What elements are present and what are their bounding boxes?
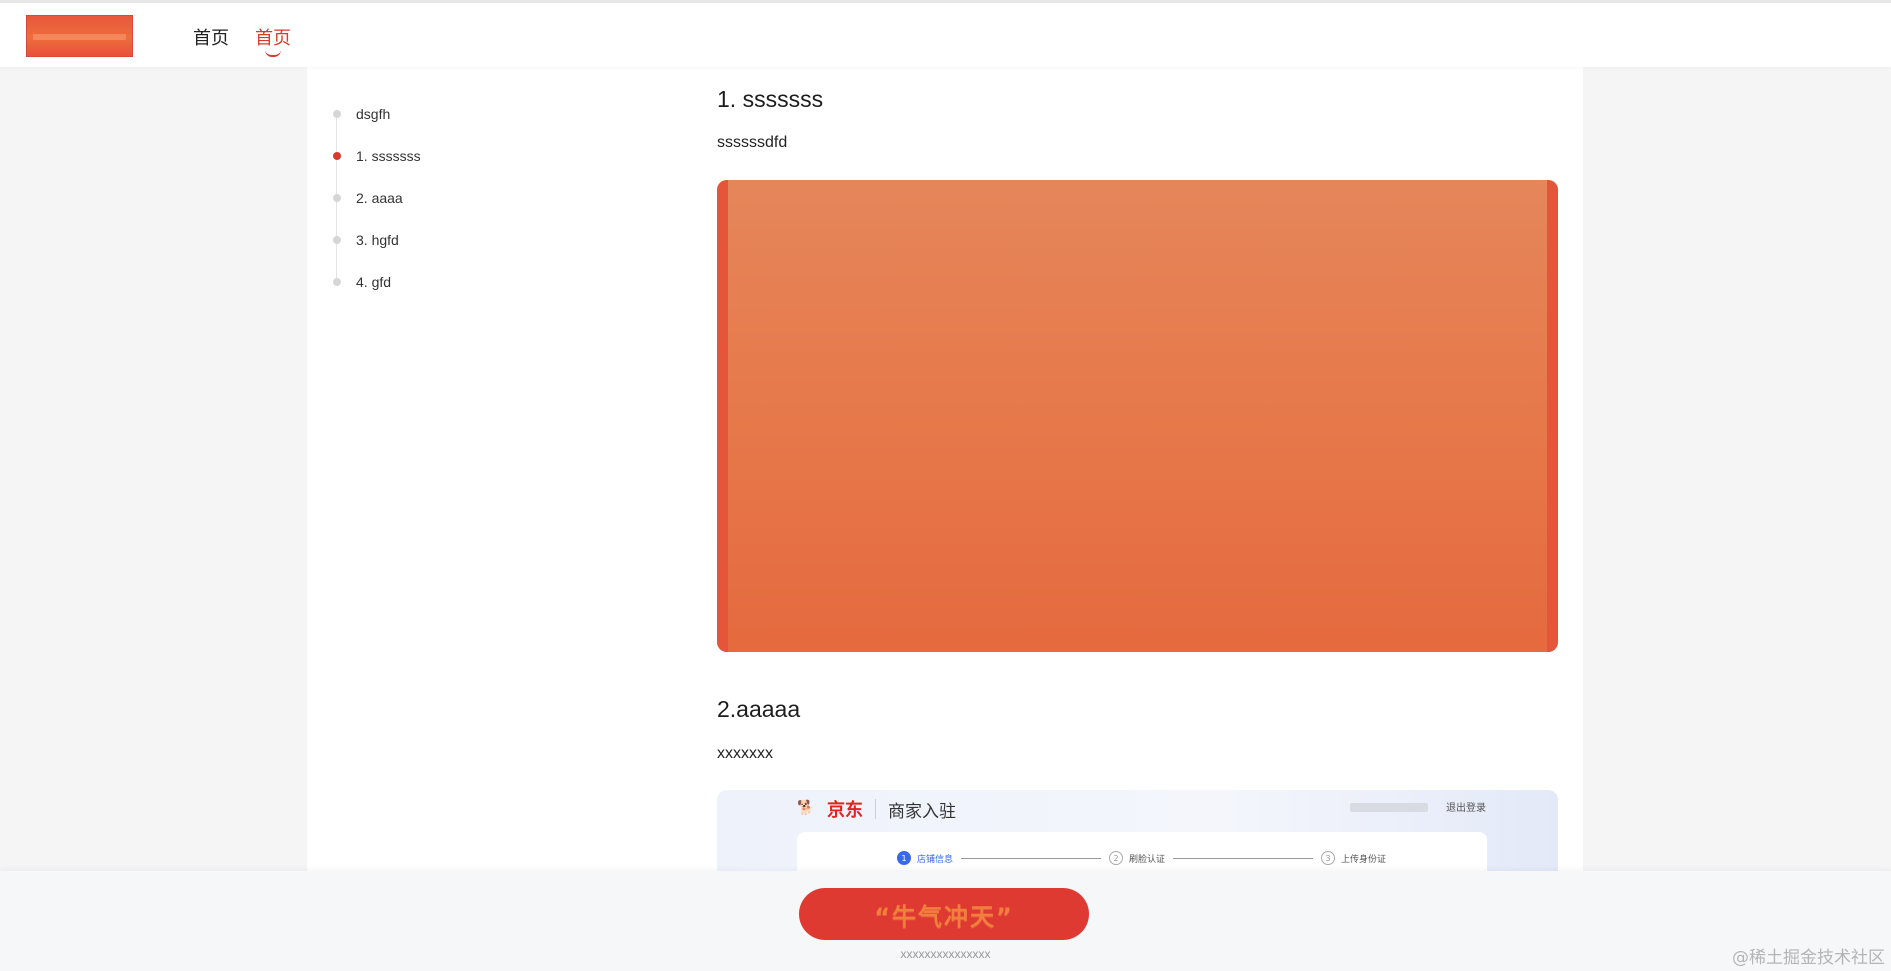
bottom-action-bar: “牛气冲天” xxxxxxxxxxxxxxx @稀土掘金技术社区: [0, 871, 1891, 971]
jd-logo: 🐕 京东 商家入驻: [797, 796, 956, 822]
step-connector: [961, 857, 1102, 859]
nav-item-home-active[interactable]: 首页: [255, 24, 291, 57]
step-label: 店铺信息: [917, 854, 954, 865]
section-heading: 2.aaaaa: [717, 696, 801, 722]
step-connector: [1173, 857, 1314, 859]
table-of-contents: dsgfh 1. sssssss 2. aaaa 3. hgfd 4. gfd: [332, 105, 532, 315]
toc-item[interactable]: dsgfh: [332, 105, 532, 147]
toc-item-label: 3. hgfd: [356, 232, 399, 248]
toc-item[interactable]: 3. hgfd: [332, 231, 532, 273]
section-text: ssssssdfd: [717, 134, 788, 151]
section-heading: 1. sssssss: [717, 86, 824, 112]
step-number: 1: [897, 851, 911, 865]
step-number: 2: [1109, 851, 1124, 865]
toc-item-label: 4. gfd: [356, 274, 392, 290]
jd-steps-card: 1 店铺信息 2 刷脸认证 3 上传身份证: [797, 832, 1487, 871]
footer-note: xxxxxxxxxxxxxxx: [900, 947, 991, 961]
main-nav: 首页 首页: [193, 24, 291, 57]
toc-item[interactable]: 2. aaaa: [332, 189, 532, 231]
toc-item-label: dsgfh: [356, 106, 391, 122]
orange-banner-image: [717, 180, 1558, 652]
jd-step: 2 刷脸认证: [1109, 851, 1165, 865]
jd-steps: 1 店铺信息 2 刷脸认证 3 上传身份证: [897, 851, 1386, 865]
toc-dot-icon: [333, 110, 341, 118]
jd-merchant-screenshot: 🐕 京东 商家入驻 退出登录 1 店铺信息 2 刷脸认证 3 上传身份证: [717, 790, 1558, 871]
jd-logout-link: 退出登录: [1446, 803, 1486, 814]
active-indicator-icon: [265, 50, 281, 57]
blurred-username: [1350, 803, 1428, 812]
watermark: @稀土掘金技术社区: [1732, 948, 1885, 968]
top-navbar: 首页 首页: [0, 0, 1891, 67]
step-number: 3: [1321, 851, 1336, 865]
step-label: 刷脸认证: [1129, 854, 1166, 865]
jd-brand: 京东: [827, 800, 863, 821]
toc-item-active[interactable]: 1. sssssss: [332, 147, 532, 189]
cta-button[interactable]: “牛气冲天”: [799, 888, 1089, 940]
nav-item-label: 首页: [193, 28, 229, 49]
divider: [875, 799, 876, 819]
step-label: 上传身份证: [1341, 854, 1387, 865]
toc-dot-icon: [333, 236, 341, 244]
toc-item-label: 1. sssssss: [356, 148, 421, 164]
brand-logo[interactable]: [26, 15, 133, 57]
toc-item[interactable]: 4. gfd: [332, 273, 532, 315]
jd-step: 1 店铺信息: [897, 851, 953, 865]
toc-item-label: 2. aaaa: [356, 190, 403, 206]
jd-mascot-icon: 🐕: [797, 799, 815, 815]
jd-title: 商家入驻: [888, 801, 956, 822]
nav-item-label: 首页: [255, 28, 291, 49]
toc-dot-icon: [333, 152, 341, 160]
jd-step: 3 上传身份证: [1321, 851, 1386, 865]
section-text: xxxxxxx: [717, 745, 773, 762]
nav-item-home[interactable]: 首页: [193, 24, 229, 50]
toc-dot-icon: [333, 194, 341, 202]
toc-dot-icon: [333, 278, 341, 286]
